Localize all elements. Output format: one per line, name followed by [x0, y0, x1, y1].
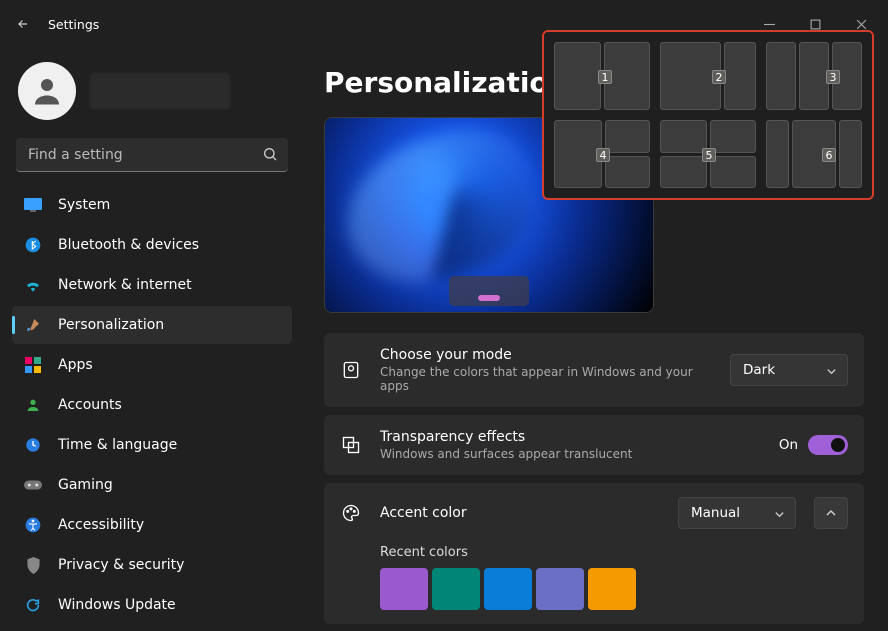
- snap-layout-6[interactable]: 6: [766, 120, 862, 188]
- bluetooth-icon: [24, 236, 42, 254]
- clock-globe-icon: [24, 436, 42, 454]
- nav-privacy[interactable]: Privacy & security: [12, 546, 292, 584]
- display-icon: [24, 196, 42, 214]
- snap-layout-3[interactable]: 3: [766, 42, 862, 110]
- accent-card: Accent color Manual Recent colors: [324, 483, 864, 624]
- apps-icon: [24, 356, 42, 374]
- color-swatch[interactable]: [432, 568, 480, 610]
- nav-label: Time & language: [58, 437, 177, 453]
- transparency-state: On: [779, 437, 798, 453]
- transparency-toggle[interactable]: [808, 435, 848, 455]
- search-input[interactable]: [16, 138, 288, 172]
- mode-select[interactable]: Dark: [730, 354, 848, 386]
- nav-label: Privacy & security: [58, 557, 184, 573]
- transparency-subtitle: Windows and surfaces appear translucent: [380, 447, 761, 461]
- nav-label: System: [58, 197, 110, 213]
- nav-windows-update[interactable]: Windows Update: [12, 586, 292, 624]
- nav-label: Accounts: [58, 397, 122, 413]
- person-icon: [24, 396, 42, 414]
- nav-apps[interactable]: Apps: [12, 346, 292, 384]
- paintbrush-icon: [24, 316, 42, 334]
- accent-expand-button[interactable]: [814, 497, 848, 529]
- search-icon: [262, 146, 278, 166]
- nav-bluetooth[interactable]: Bluetooth & devices: [12, 226, 292, 264]
- accent-select[interactable]: Manual: [678, 497, 796, 529]
- sidebar: System Bluetooth & devices Network & int…: [0, 48, 300, 631]
- nav-label: Windows Update: [58, 597, 176, 613]
- nav-label: Apps: [58, 357, 93, 373]
- snap-layout-2[interactable]: 2: [660, 42, 756, 110]
- gaming-icon: [24, 476, 42, 494]
- nav-label: Gaming: [58, 477, 113, 493]
- wifi-icon: [24, 276, 42, 294]
- mode-subtitle: Change the colors that appear in Windows…: [380, 365, 712, 393]
- transparency-title: Transparency effects: [380, 429, 761, 445]
- mode-card: Choose your mode Change the colors that …: [324, 333, 864, 407]
- accent-title: Accent color: [380, 505, 660, 521]
- transparency-card: Transparency effects Windows and surface…: [324, 415, 864, 475]
- profile-name-redacted: [90, 73, 230, 109]
- nav-gaming[interactable]: Gaming: [12, 466, 292, 504]
- mode-value: Dark: [743, 362, 775, 378]
- nav-personalization[interactable]: Personalization: [12, 306, 292, 344]
- snap-layout-5[interactable]: 5: [660, 120, 756, 188]
- mode-title: Choose your mode: [380, 347, 712, 363]
- snap-layout-4[interactable]: 4: [554, 120, 650, 188]
- nav-label: Accessibility: [58, 517, 144, 533]
- back-button[interactable]: [4, 5, 42, 43]
- snap-layouts-flyout: 1 2 3 4 5 6: [542, 30, 874, 200]
- shield-icon: [24, 556, 42, 574]
- chevron-down-icon: [774, 508, 785, 524]
- nav-network[interactable]: Network & internet: [12, 266, 292, 304]
- color-swatch[interactable]: [380, 568, 428, 610]
- window-title: Settings: [48, 17, 99, 32]
- chevron-down-icon: [826, 365, 837, 381]
- nav-accounts[interactable]: Accounts: [12, 386, 292, 424]
- color-swatch[interactable]: [484, 568, 532, 610]
- transparency-icon: [340, 434, 362, 456]
- taskbar-preview: [449, 276, 529, 306]
- nav-system[interactable]: System: [12, 186, 292, 224]
- avatar: [18, 62, 76, 120]
- nav-label: Personalization: [58, 317, 164, 333]
- nav-accessibility[interactable]: Accessibility: [12, 506, 292, 544]
- nav-time-language[interactable]: Time & language: [12, 426, 292, 464]
- nav-label: Bluetooth & devices: [58, 237, 199, 253]
- nav: System Bluetooth & devices Network & int…: [12, 186, 292, 624]
- snap-layout-1[interactable]: 1: [554, 42, 650, 110]
- update-icon: [24, 596, 42, 614]
- search-box[interactable]: [16, 138, 288, 172]
- color-swatch[interactable]: [536, 568, 584, 610]
- accessibility-icon: [24, 516, 42, 534]
- color-swatch[interactable]: [588, 568, 636, 610]
- palette-icon: [340, 502, 362, 524]
- mode-icon: [340, 359, 362, 381]
- profile-header[interactable]: [12, 48, 292, 138]
- accent-value: Manual: [691, 505, 740, 521]
- recent-color-swatches: [380, 568, 848, 610]
- recent-colors-label: Recent colors: [380, 545, 848, 560]
- nav-label: Network & internet: [58, 277, 192, 293]
